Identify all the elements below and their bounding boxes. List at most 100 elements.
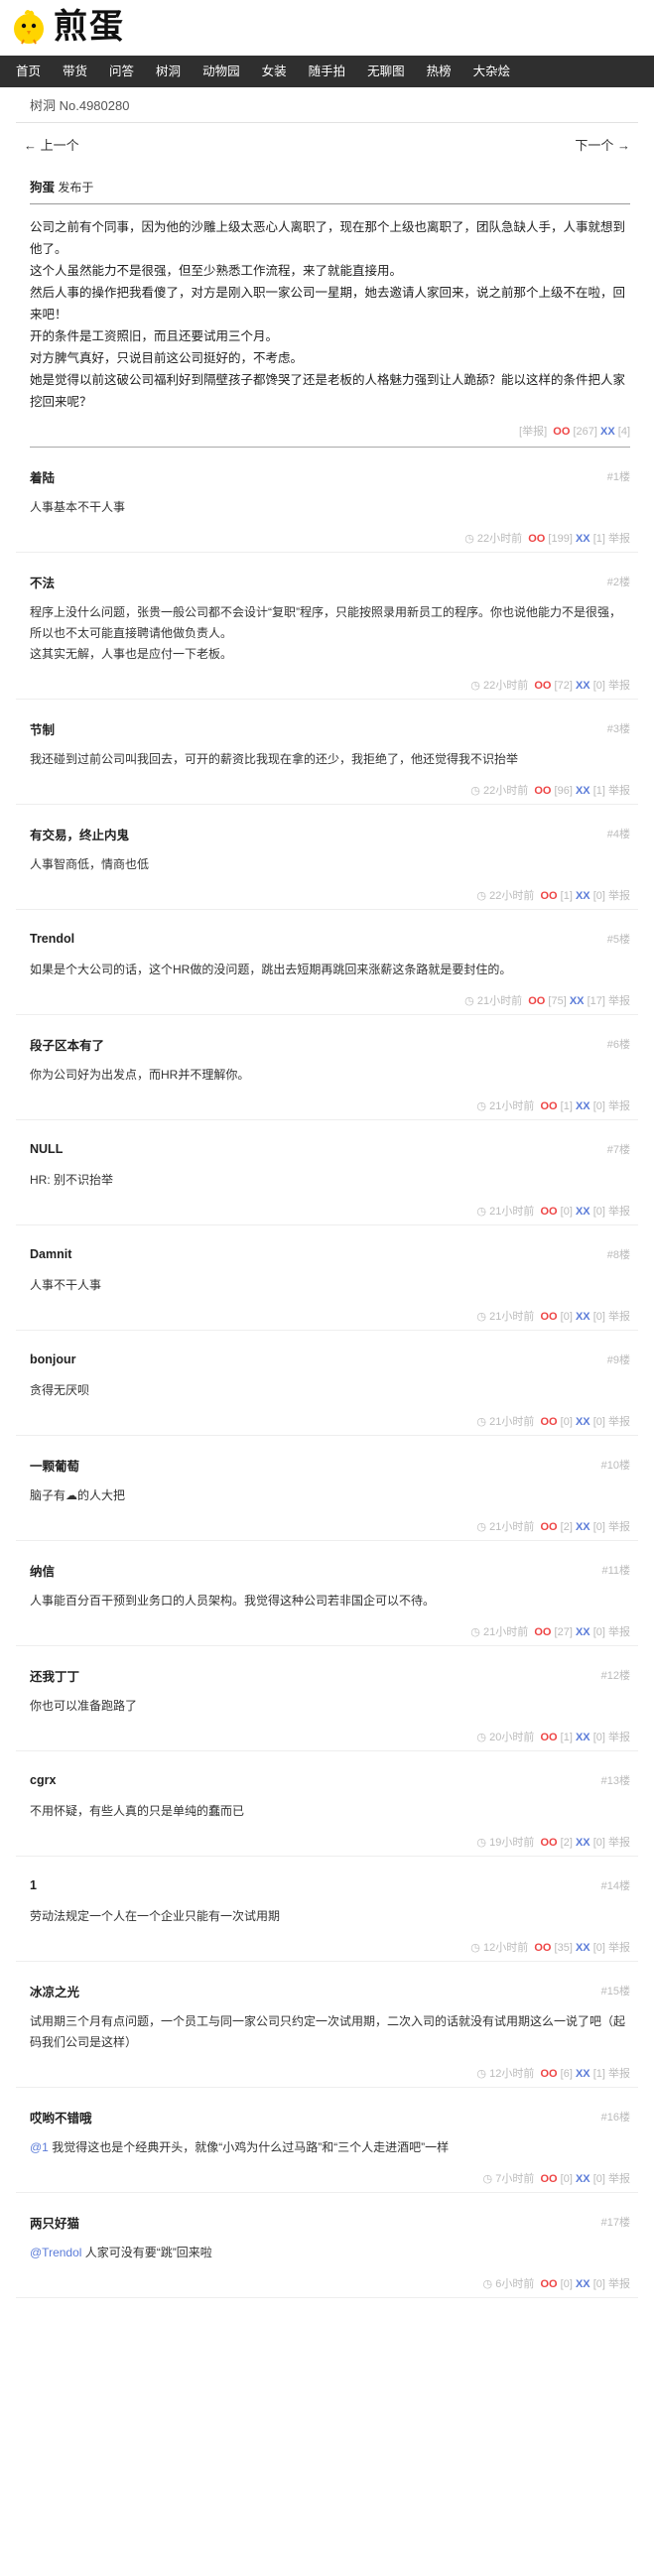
post-author[interactable]: 狗蛋	[30, 181, 55, 194]
comment-author[interactable]: 有交易，终止内鬼	[30, 825, 129, 843]
oo-vote-button[interactable]: OO	[540, 2173, 557, 2185]
xx-vote-button[interactable]: XX	[576, 1206, 590, 1218]
comment-floor[interactable]: #8楼	[607, 1246, 630, 1262]
comment-floor[interactable]: #12楼	[601, 1667, 630, 1683]
xx-vote-button[interactable]: XX	[576, 785, 590, 797]
comment-author[interactable]: cgrx	[30, 1773, 56, 1787]
report-link[interactable]: 举报	[608, 1732, 630, 1743]
xx-vote-button[interactable]: XX	[570, 995, 585, 1007]
xx-vote-button[interactable]: XX	[576, 680, 590, 692]
nav-boring-pics[interactable]: 无聊图	[359, 56, 413, 87]
next-post-link[interactable]: 下一个 →	[575, 135, 630, 154]
oo-vote-button[interactable]: OO	[540, 1100, 557, 1112]
report-link[interactable]: 举报	[608, 1521, 630, 1533]
oo-vote-button[interactable]: OO	[540, 1416, 557, 1428]
report-link[interactable]: 举报	[608, 533, 630, 545]
comment-floor[interactable]: #4楼	[607, 826, 630, 841]
oo-vote-button[interactable]: OO	[553, 426, 570, 438]
report-link[interactable]: 举报	[608, 1311, 630, 1323]
report-link[interactable]: 举报	[608, 1942, 630, 1954]
xx-vote-button[interactable]: XX	[576, 1100, 590, 1112]
comment-floor[interactable]: #7楼	[607, 1141, 630, 1157]
comment-author[interactable]: NULL	[30, 1142, 63, 1156]
report-link[interactable]: 举报	[608, 2068, 630, 2080]
nav-goods[interactable]: 带货	[55, 56, 95, 87]
xx-vote-button[interactable]: XX	[576, 890, 590, 902]
comment-author[interactable]: Damnit	[30, 1247, 71, 1261]
comment-author[interactable]: 1	[30, 1878, 37, 1892]
comment-floor[interactable]: #15楼	[601, 1983, 630, 1998]
xx-vote-button[interactable]: XX	[576, 533, 590, 545]
comment-author[interactable]: 两只好猫	[30, 2213, 79, 2232]
oo-vote-button[interactable]: OO	[534, 1942, 551, 1954]
oo-vote-button[interactable]: OO	[534, 680, 551, 692]
xx-vote-button[interactable]: XX	[600, 426, 615, 438]
xx-vote-button[interactable]: XX	[576, 2068, 590, 2080]
xx-vote-button[interactable]: XX	[576, 1732, 590, 1743]
comment-floor[interactable]: #11楼	[601, 1562, 630, 1578]
oo-vote-button[interactable]: OO	[540, 1732, 557, 1743]
comment-author[interactable]: 哎哟不错哦	[30, 2108, 92, 2126]
xx-vote-button[interactable]: XX	[576, 1416, 590, 1428]
comment-floor[interactable]: #14楼	[601, 1877, 630, 1893]
comment-floor[interactable]: #5楼	[607, 931, 630, 947]
comment-author[interactable]: 纳信	[30, 1561, 55, 1580]
comment-floor[interactable]: #13楼	[601, 1772, 630, 1788]
oo-vote-button[interactable]: OO	[534, 785, 551, 797]
comment-author[interactable]: 着陆	[30, 467, 55, 486]
site-logo[interactable]: 煎蛋	[10, 8, 125, 46]
report-link[interactable]: 举报	[608, 1206, 630, 1218]
xx-vote-button[interactable]: XX	[576, 2278, 590, 2290]
oo-vote-button[interactable]: OO	[540, 2068, 557, 2080]
comment-author[interactable]: 一颗葡萄	[30, 1456, 79, 1475]
comment-author[interactable]: 段子区本有了	[30, 1035, 104, 1054]
comment-floor[interactable]: #6楼	[607, 1036, 630, 1052]
oo-vote-button[interactable]: OO	[534, 1626, 551, 1638]
report-link[interactable]: [举报]	[519, 426, 547, 438]
report-link[interactable]: 举报	[608, 995, 630, 1007]
report-link[interactable]: 举报	[608, 2278, 630, 2290]
nav-home[interactable]: 首页	[8, 56, 49, 87]
comment-author[interactable]: 还我丁丁	[30, 1666, 79, 1685]
oo-vote-button[interactable]: OO	[528, 533, 545, 545]
comment-author[interactable]: 不法	[30, 573, 55, 591]
comment-floor[interactable]: #1楼	[607, 468, 630, 484]
xx-vote-button[interactable]: XX	[576, 1311, 590, 1323]
comment-floor[interactable]: #10楼	[601, 1457, 630, 1473]
comment-author[interactable]: 冰凉之光	[30, 1982, 79, 2000]
comment-author[interactable]: 节制	[30, 719, 55, 738]
comment-floor[interactable]: #16楼	[601, 2109, 630, 2125]
nav-zoo[interactable]: 动物园	[195, 56, 248, 87]
oo-vote-button[interactable]: OO	[528, 995, 545, 1007]
xx-vote-button[interactable]: XX	[576, 1837, 590, 1849]
oo-vote-button[interactable]: OO	[540, 1206, 557, 1218]
nav-snapshot[interactable]: 随手拍	[301, 56, 354, 87]
oo-vote-button[interactable]: OO	[540, 890, 557, 902]
report-link[interactable]: 举报	[608, 2173, 630, 2185]
report-link[interactable]: 举报	[608, 785, 630, 797]
report-link[interactable]: 举报	[608, 1837, 630, 1849]
mention-link[interactable]: @Trendol	[30, 2246, 81, 2259]
nav-hot[interactable]: 热榜	[419, 56, 459, 87]
mention-link[interactable]: @1	[30, 2140, 49, 2154]
nav-misc[interactable]: 大杂烩	[465, 56, 519, 87]
prev-post-link[interactable]: ← 上一个	[24, 135, 79, 154]
xx-vote-button[interactable]: XX	[576, 2173, 590, 2185]
comment-floor[interactable]: #17楼	[601, 2214, 630, 2230]
xx-vote-button[interactable]: XX	[576, 1626, 590, 1638]
report-link[interactable]: 举报	[608, 890, 630, 902]
oo-vote-button[interactable]: OO	[540, 2278, 557, 2290]
comment-floor[interactable]: #3楼	[607, 720, 630, 736]
comment-floor[interactable]: #2楼	[607, 574, 630, 589]
comment-author[interactable]: Trendol	[30, 932, 74, 946]
report-link[interactable]: 举报	[608, 1100, 630, 1112]
nav-girls[interactable]: 女装	[254, 56, 295, 87]
report-link[interactable]: 举报	[608, 680, 630, 692]
report-link[interactable]: 举报	[608, 1626, 630, 1638]
oo-vote-button[interactable]: OO	[540, 1311, 557, 1323]
comment-floor[interactable]: #9楼	[607, 1352, 630, 1367]
comment-author[interactable]: bonjour	[30, 1352, 76, 1366]
xx-vote-button[interactable]: XX	[576, 1942, 590, 1954]
oo-vote-button[interactable]: OO	[540, 1521, 557, 1533]
nav-treehole[interactable]: 树洞	[148, 56, 189, 87]
